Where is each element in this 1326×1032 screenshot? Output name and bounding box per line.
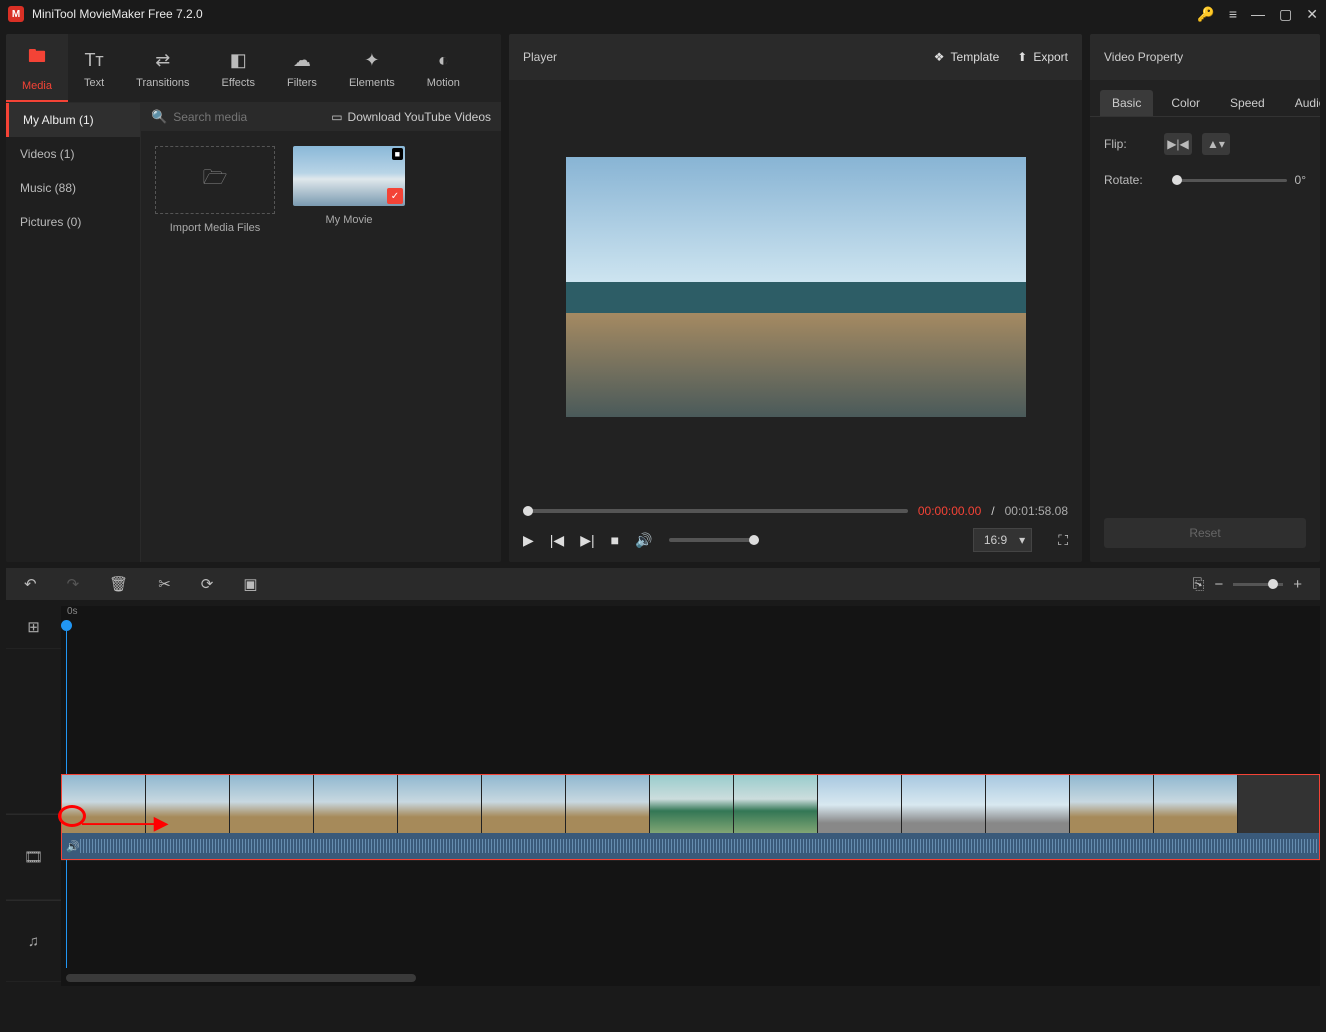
- media-clip-thumbnail[interactable]: ■ ✓: [293, 146, 405, 206]
- undo-button[interactable]: ↶: [24, 575, 37, 593]
- import-label: Import Media Files: [170, 222, 260, 234]
- elements-icon: ✦: [364, 50, 379, 71]
- crop-button[interactable]: ▣: [243, 575, 257, 593]
- volume-icon[interactable]: 🔊: [635, 532, 652, 549]
- main-toolbar: 🖿Media TᴛText ⇄Transitions ◧Effects ☁Fil…: [6, 34, 501, 103]
- ptab-speed[interactable]: Speed: [1218, 90, 1277, 116]
- flip-vertical-button[interactable]: ▲▾: [1202, 133, 1230, 155]
- check-icon: ✓: [387, 188, 403, 204]
- rotate-slider[interactable]: [1172, 179, 1287, 182]
- maximize-icon[interactable]: ▢: [1279, 6, 1292, 23]
- ptab-audio[interactable]: Audio: [1283, 90, 1320, 116]
- zoom-slider[interactable]: [1233, 583, 1283, 586]
- tab-media[interactable]: 🖿Media: [6, 34, 68, 102]
- player-panel: Player ❖Template ⬆Export 00:00:00.00 / 0…: [509, 34, 1082, 562]
- menu-icon[interactable]: ≡: [1229, 6, 1237, 22]
- annotation-arrow-icon: ————▶: [82, 813, 168, 834]
- next-frame-button[interactable]: ▶|: [580, 532, 594, 549]
- sidebar-item-pictures[interactable]: Pictures (0): [6, 205, 140, 239]
- overlay-track[interactable]: [61, 626, 1320, 774]
- zoom-in-button[interactable]: +: [1293, 576, 1302, 593]
- search-input[interactable]: [173, 110, 331, 124]
- clip-label: My Movie: [325, 214, 372, 226]
- media-sidebar: My Album (1) Videos (1) Music (88) Pictu…: [6, 103, 141, 562]
- youtube-icon: ▭: [331, 110, 342, 124]
- key-icon[interactable]: 🔑: [1197, 6, 1214, 23]
- player-stage: [509, 80, 1082, 494]
- speed-button[interactable]: ⟳: [201, 575, 214, 593]
- ptab-basic[interactable]: Basic: [1100, 90, 1153, 116]
- template-button[interactable]: ❖Template: [934, 50, 999, 64]
- timeline-scrollbar[interactable]: [66, 974, 416, 982]
- time-total: 00:01:58.08: [1005, 504, 1068, 518]
- search-icon: 🔍: [151, 109, 167, 125]
- timeline-toolbar: ↶ ↷ 🗑 ✂ ⟳ ▣ ⎘ − +: [6, 568, 1320, 600]
- ptab-color[interactable]: Color: [1159, 90, 1212, 116]
- zoom-out-button[interactable]: −: [1214, 576, 1223, 593]
- video-preview[interactable]: [566, 157, 1026, 417]
- timeline: ⊞ 🎞 ♫ 0s 2m 🔊 ————▶: [6, 606, 1320, 986]
- progress-bar[interactable]: [523, 509, 908, 513]
- app-icon: M: [8, 6, 24, 22]
- export-button[interactable]: ⬆Export: [1017, 50, 1068, 64]
- video-clip[interactable]: 2m 🔊 ————▶: [61, 774, 1320, 860]
- reset-button[interactable]: Reset: [1104, 518, 1306, 548]
- speaker-icon: 🔊: [66, 840, 80, 853]
- media-panel: 🖿Media TᴛText ⇄Transitions ◧Effects ☁Fil…: [6, 34, 501, 562]
- property-panel: Video Property Basic Color Speed Audio F…: [1090, 34, 1320, 562]
- clip-audio-waveform: 🔊: [62, 833, 1319, 859]
- minimize-icon[interactable]: —: [1251, 6, 1265, 22]
- app-title: MiniTool MovieMaker Free 7.2.0: [32, 7, 1197, 21]
- effects-icon: ◧: [230, 50, 247, 71]
- title-bar: M MiniTool MovieMaker Free 7.2.0 🔑 ≡ — ▢…: [0, 0, 1326, 28]
- rotate-label: Rotate:: [1104, 173, 1164, 187]
- music-track-icon: ♫: [6, 900, 61, 982]
- rotate-value: 0°: [1295, 173, 1306, 187]
- fullscreen-button[interactable]: ⛶: [1058, 532, 1068, 549]
- split-button[interactable]: ✂: [158, 575, 171, 593]
- tab-text[interactable]: TᴛText: [68, 34, 120, 102]
- stop-button[interactable]: ■: [611, 532, 619, 548]
- flip-label: Flip:: [1104, 137, 1164, 151]
- aspect-ratio-select[interactable]: 16:9: [973, 528, 1032, 552]
- sidebar-item-music[interactable]: Music (88): [6, 171, 140, 205]
- time-current: 00:00:00.00: [918, 504, 981, 518]
- folder-icon: 🖿: [28, 44, 46, 74]
- tab-transitions[interactable]: ⇄Transitions: [120, 34, 205, 102]
- motion-icon: ◐: [438, 50, 449, 71]
- export-icon: ⬆: [1017, 50, 1027, 64]
- filters-icon: ☁: [293, 50, 311, 71]
- close-icon[interactable]: ✕: [1306, 6, 1318, 23]
- download-youtube-button[interactable]: ▭ Download YouTube Videos: [331, 110, 491, 124]
- tab-motion[interactable]: ◐Motion: [411, 34, 476, 102]
- timeline-ruler[interactable]: 0s: [61, 606, 1320, 626]
- delete-button[interactable]: 🗑: [109, 575, 128, 593]
- fit-timeline-button[interactable]: ⎘: [1192, 576, 1204, 593]
- folder-open-icon: 🗁: [203, 163, 228, 197]
- sidebar-item-videos[interactable]: Videos (1): [6, 137, 140, 171]
- player-title: Player: [523, 50, 557, 64]
- flip-horizontal-button[interactable]: ▶|◀: [1164, 133, 1192, 155]
- sidebar-item-myalbum[interactable]: My Album (1): [6, 103, 140, 137]
- tab-effects[interactable]: ◧Effects: [206, 34, 271, 102]
- video-badge-icon: ■: [392, 148, 403, 160]
- add-track-button[interactable]: ⊞: [6, 606, 61, 649]
- play-button[interactable]: ▶: [523, 532, 534, 549]
- import-media-button[interactable]: 🗁: [155, 146, 275, 214]
- video-track-icon: 🎞: [6, 814, 61, 900]
- text-icon: Tᴛ: [84, 50, 103, 71]
- clip-thumbnails: [62, 775, 1319, 835]
- tab-elements[interactable]: ✦Elements: [333, 34, 411, 102]
- tab-filters[interactable]: ☁Filters: [271, 34, 333, 102]
- layers-icon: ❖: [934, 50, 945, 64]
- redo-button[interactable]: ↷: [67, 575, 80, 593]
- prev-frame-button[interactable]: |◀: [550, 532, 564, 549]
- transitions-icon: ⇄: [155, 50, 170, 71]
- property-title: Video Property: [1104, 50, 1183, 64]
- music-track[interactable]: [61, 860, 1320, 942]
- volume-slider[interactable]: [669, 538, 759, 542]
